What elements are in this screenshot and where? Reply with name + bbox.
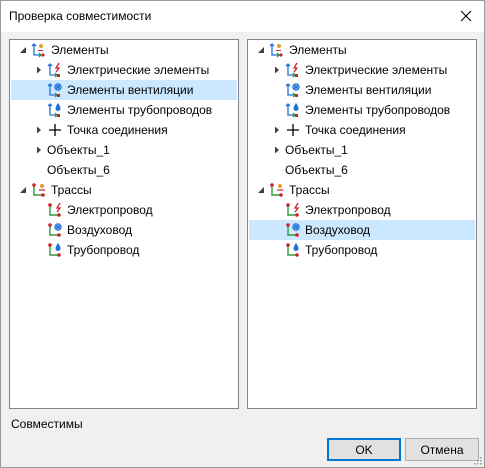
tree-item-label: Электрические элементы: [305, 63, 448, 77]
tree-item[interactable]: Объекты_1: [249, 140, 475, 160]
pipeline-elements-icon: [47, 102, 63, 118]
pipeline-elements-icon: [285, 102, 301, 118]
tree-item[interactable]: Объекты_6: [249, 160, 475, 180]
electric-wire-icon: [47, 202, 63, 218]
tree-item-label: Объекты_6: [47, 163, 110, 177]
elements-icon: [269, 42, 285, 58]
tree-item[interactable]: Объекты_1: [11, 140, 237, 160]
tree-item[interactable]: Элементы: [11, 40, 237, 60]
plus-icon: [47, 122, 63, 138]
right-tree-panel[interactable]: Элементы Электрические элементы Элементы в…: [247, 39, 477, 409]
tree-item[interactable]: Элементы вентиляции: [249, 80, 475, 100]
tree-item[interactable]: Трассы: [249, 180, 475, 200]
collapsed-arrow-icon[interactable]: [35, 146, 43, 154]
tree-item[interactable]: Объекты_6: [11, 160, 237, 180]
tree-item[interactable]: Воздуховод: [249, 220, 475, 240]
tree-item[interactable]: Трассы: [11, 180, 237, 200]
tree-item-label: Элементы вентиляции: [305, 83, 432, 97]
tree-item-label: Элементы: [289, 43, 347, 57]
window-title: Проверка совместимости: [9, 9, 152, 23]
tree-item-label: Элементы трубопроводов: [67, 103, 213, 117]
tree-item-label: Объекты_6: [285, 163, 348, 177]
tree-item-label: Воздуховод: [305, 223, 370, 237]
ventilation-elements-icon: [47, 82, 63, 98]
tree-item-label: Точка соединения: [67, 123, 168, 137]
tree-item[interactable]: Точка соединения: [249, 120, 475, 140]
electric-wire-icon: [285, 202, 301, 218]
dialog-window: Проверка совместимости Элементы Электриче…: [0, 0, 485, 468]
tree-item[interactable]: Элементы: [249, 40, 475, 60]
tree-item[interactable]: Электропровод: [249, 200, 475, 220]
routes-icon: [269, 182, 285, 198]
close-button[interactable]: [454, 5, 478, 27]
pipeline-icon: [285, 242, 301, 258]
collapsed-arrow-icon[interactable]: [273, 66, 281, 74]
tree-item[interactable]: Элементы трубопроводов: [11, 100, 237, 120]
collapsed-arrow-icon[interactable]: [273, 126, 281, 134]
tree-item-label: Объекты_1: [285, 143, 348, 157]
tree-item-label: Элементы трубопроводов: [305, 103, 451, 117]
tree-item-label: Электропровод: [305, 203, 391, 217]
tree-item[interactable]: Точка соединения: [11, 120, 237, 140]
routes-icon: [31, 182, 47, 198]
tree-item-label: Точка соединения: [305, 123, 406, 137]
tree-item-label: Трубопровод: [67, 243, 140, 257]
air-duct-icon: [47, 222, 63, 238]
close-icon: [460, 10, 472, 22]
resize-grip-icon[interactable]: [472, 455, 482, 465]
tree-item-label: Трубопровод: [305, 243, 378, 257]
plus-icon: [285, 122, 301, 138]
cancel-button[interactable]: Отмена: [405, 438, 479, 461]
collapsed-arrow-icon[interactable]: [273, 146, 281, 154]
tree-item[interactable]: Электропровод: [11, 200, 237, 220]
air-duct-icon: [285, 222, 301, 238]
expanded-arrow-icon[interactable]: [19, 186, 27, 194]
left-tree-panel[interactable]: Элементы Электрические элементы Элементы в…: [9, 39, 239, 409]
tree-item-label: Объекты_1: [47, 143, 110, 157]
tree-item-label: Воздуховод: [67, 223, 132, 237]
elements-icon: [31, 42, 47, 58]
collapsed-arrow-icon[interactable]: [35, 126, 43, 134]
tree-item-label: Элементы вентиляции: [67, 83, 194, 97]
ok-button[interactable]: OK: [327, 438, 401, 461]
tree-item-label: Электрические элементы: [67, 63, 210, 77]
tree-item[interactable]: Элементы вентиляции: [11, 80, 237, 100]
electrical-elements-icon: [47, 62, 63, 78]
tree-item[interactable]: Воздуховод: [11, 220, 237, 240]
tree-item[interactable]: Трубопровод: [249, 240, 475, 260]
tree-item-label: Трассы: [289, 183, 330, 197]
tree-item[interactable]: Электрические элементы: [11, 60, 237, 80]
ventilation-elements-icon: [285, 82, 301, 98]
collapsed-arrow-icon[interactable]: [35, 66, 43, 74]
pipeline-icon: [47, 242, 63, 258]
compatibility-status: Совместимы: [11, 417, 83, 431]
expanded-arrow-icon[interactable]: [257, 186, 265, 194]
tree-item-label: Электропровод: [67, 203, 153, 217]
expanded-arrow-icon[interactable]: [257, 46, 265, 54]
electrical-elements-icon: [285, 62, 301, 78]
tree-item[interactable]: Элементы трубопроводов: [249, 100, 475, 120]
tree-item-label: Элементы: [51, 43, 109, 57]
tree-item-label: Трассы: [51, 183, 92, 197]
expanded-arrow-icon[interactable]: [19, 46, 27, 54]
title-bar: Проверка совместимости: [1, 1, 484, 32]
tree-item[interactable]: Трубопровод: [11, 240, 237, 260]
tree-item[interactable]: Электрические элементы: [249, 60, 475, 80]
